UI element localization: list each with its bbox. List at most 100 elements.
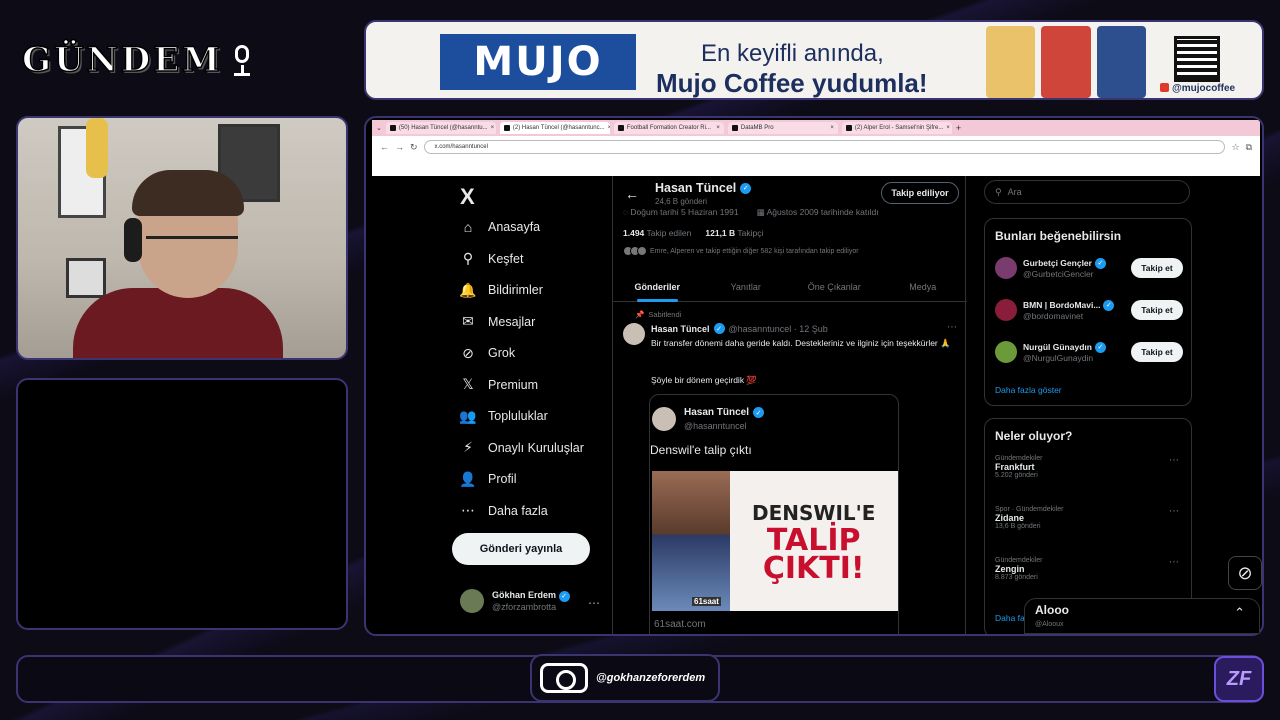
headline: DENSWIL'E TALİP ÇIKTI!	[752, 501, 876, 586]
ad-brand-logo: MUJO	[440, 34, 636, 90]
back-arrow-icon[interactable]: ←	[380, 142, 389, 152]
profile-icon: 👤	[459, 470, 477, 487]
more-dots-icon[interactable]: ⋯	[588, 596, 600, 610]
follow-stats: 1.494 Takip edilen 121,1 B Takipçi	[623, 228, 763, 238]
profile-tab[interactable]: Medya	[879, 272, 968, 301]
suggestion-item[interactable]: Nurgül Günaydın ✓ @NurgulGunaydin Takip et	[995, 341, 1183, 363]
nav-item-mesajlar[interactable]: ✉ Mesajlar	[460, 313, 535, 330]
quote-image[interactable]: 61saat DENSWIL'E TALİP ÇIKTI!	[652, 471, 898, 611]
follow-button[interactable]: Takip et	[1131, 258, 1183, 278]
bell-icon: 🔔	[459, 281, 477, 298]
verified-icon: ✓	[1094, 341, 1106, 353]
nav-item-grok[interactable]: ⊘ Grok	[460, 345, 515, 361]
browser-window: ⌄ (50) Hasan Tüncel (@hasanntu... × (2) Ha…	[364, 116, 1264, 636]
new-tab-icon[interactable]: +	[956, 123, 961, 133]
profile-tab[interactable]: Yanıtlar	[702, 272, 791, 301]
tweet-more-icon[interactable]: ⋯	[947, 322, 957, 333]
microphone-icon	[229, 43, 255, 77]
more-dots-icon[interactable]: ⋯	[1169, 557, 1179, 568]
url-input[interactable]: x.com/hasanntuncel	[423, 140, 1226, 154]
nav-item-profil[interactable]: 👤 Profil	[459, 470, 516, 487]
post-button[interactable]: Gönderi yayınla	[452, 533, 590, 565]
trend-item[interactable]: Gündemdekiler Zengin 8.873 gönderi ⋯	[995, 557, 1183, 581]
close-icon[interactable]: ×	[830, 125, 834, 131]
show-more-link[interactable]: Daha fazla göster	[995, 385, 1062, 395]
star-icon[interactable]: ☆	[1231, 142, 1239, 153]
coffee-bags-image	[986, 26, 1146, 98]
calendar-icon: ▦	[756, 207, 767, 217]
tab-favicon-icon	[617, 125, 624, 131]
ad-banner: MUJO En keyifli anında, Mujo Coffee yudu…	[364, 20, 1264, 100]
verified-icon: ✓	[1094, 257, 1106, 269]
gundem-logo: GÜNDEM	[21, 38, 342, 82]
search-icon: ⚲	[462, 250, 474, 266]
nav-item-daha-fazla[interactable]: ⋯ Daha fazla	[460, 502, 548, 519]
suggestion-item[interactable]: Gurbetçi Gençler ✓ @GurbetciGencler Takip e…	[995, 257, 1183, 279]
trend-item[interactable]: Gündemdekiler Frankfurt 5.202 gönderi ⋯	[995, 455, 1183, 479]
webcam-feed	[16, 116, 348, 360]
pin-icon: 📌	[635, 310, 645, 319]
more-dots-icon[interactable]: ⋯	[1169, 455, 1179, 466]
follow-button[interactable]: Takip et	[1131, 300, 1183, 320]
verified-icon: ✓	[713, 323, 725, 334]
trend-item[interactable]: Spor · Gündemdekiler Zidane 13,6 B gönderi…	[995, 506, 1183, 530]
nav-item-premium[interactable]: 𝕏 Premium	[460, 376, 538, 393]
search-input[interactable]: ⚲ Ara	[984, 180, 1190, 204]
nav-item-onaylı-kuruluşlar[interactable]: ⚡ Onaylı Kuruluşlar	[460, 439, 584, 456]
empty-panel	[16, 378, 348, 630]
forward-arrow-icon[interactable]: →	[395, 142, 404, 152]
x-logo-icon[interactable]: X	[460, 184, 475, 210]
grok-icon[interactable]: ⊘	[1228, 556, 1262, 590]
more-dots-icon[interactable]: ⋯	[1169, 506, 1179, 517]
browser-tab[interactable]: Football Formation Creator Ri... ×	[613, 122, 724, 134]
verified-icon: ✓	[740, 182, 752, 194]
x-page: X ⌂ Anasayfa ⚲ Keşfet 🔔 Bildirimler ✉ Mesajlar ⊘…	[372, 176, 1260, 634]
followers-count[interactable]: 121,1 B Takipçi	[705, 228, 763, 238]
tab-bar: ⌄ (50) Hasan Tüncel (@hasanntu... × (2) Ha…	[372, 120, 1260, 136]
post-count: 24,6 B gönderi	[655, 197, 708, 206]
browser-tab[interactable]: (2) Hasan Tüncel (@hasanntunc...×	[499, 122, 610, 134]
instagram-badge: @gokhanzeforerdem	[530, 654, 720, 702]
account-switcher[interactable]: Gökhan Erdem ✓ @zforzambrotta	[460, 589, 570, 613]
browser-tab[interactable]: (50) Hasan Tüncel (@hasanntu... ×	[385, 122, 496, 134]
quoted-tweet[interactable]: Hasan Tüncel ✓ @hasanntuncel Denswil'e ta…	[649, 394, 899, 634]
back-arrow-icon[interactable]: ←	[625, 186, 639, 202]
link-source[interactable]: 61saat.com	[654, 619, 706, 630]
extensions-icon[interactable]: ⧉	[1246, 142, 1252, 153]
browser-tab[interactable]: (2) Alper Erol - Samsel'nin Şifre... ×	[841, 122, 952, 134]
browser-tab[interactable]: DataMB Pro ×	[727, 122, 838, 134]
tweet-avatar[interactable]	[623, 323, 645, 345]
suggestion-item[interactable]: BMN | BordoMavi... ✓ @bordomavinet Takip et	[995, 299, 1183, 321]
messages-drawer[interactable]: Alooo @Alooux ⌃	[1024, 598, 1260, 634]
address-bar: ← → ↻ x.com/hasanntuncel ☆ ⧉	[372, 136, 1260, 158]
profile-tab[interactable]: Gönderiler	[613, 272, 702, 302]
home-icon: ⌂	[463, 219, 473, 235]
following-count[interactable]: 1.494 Takip edilen	[623, 228, 691, 238]
close-icon[interactable]: ×	[946, 125, 950, 131]
avatar	[995, 341, 1017, 363]
close-icon[interactable]: ×	[491, 125, 495, 131]
profile-meta: ◌ Doğum tarihi 5 Haziran 1991 ▦ Ağustos …	[623, 207, 879, 217]
avatar	[460, 589, 484, 613]
followed-by-note[interactable]: Emre, Alperen ve takip ettiğin diğer 582…	[623, 246, 859, 256]
tab-favicon-icon	[731, 125, 738, 131]
nav-item-anasayfa[interactable]: ⌂ Anasayfa	[460, 219, 540, 235]
tab-list-chevron-icon[interactable]: ⌄	[376, 124, 382, 132]
nav-item-keşfet[interactable]: ⚲ Keşfet	[460, 250, 524, 267]
reload-icon[interactable]: ↻	[410, 142, 418, 153]
follow-button[interactable]: Takip et	[1131, 342, 1183, 362]
verified-icon: ✓	[558, 590, 570, 602]
source-badge: 61saat	[692, 597, 721, 606]
ad-line-1: En keyifli anında,	[701, 40, 884, 67]
x-premium-icon: 𝕏	[462, 376, 474, 392]
nav-item-topluluklar[interactable]: 👥 Topluluklar	[459, 408, 547, 424]
following-button[interactable]: Takip ediliyor	[881, 182, 959, 204]
chevron-up-icon[interactable]: ⌃	[1234, 605, 1245, 621]
close-icon[interactable]: ×	[608, 125, 610, 131]
channel-logo: ZF	[1214, 656, 1264, 702]
close-icon[interactable]: ×	[716, 125, 720, 131]
nav-item-bildirimler[interactable]: 🔔 Bildirimler	[459, 281, 543, 298]
player-photo	[652, 471, 730, 611]
tab-favicon-icon	[503, 125, 510, 131]
profile-tab[interactable]: Öne Çıkanlar	[790, 272, 879, 301]
